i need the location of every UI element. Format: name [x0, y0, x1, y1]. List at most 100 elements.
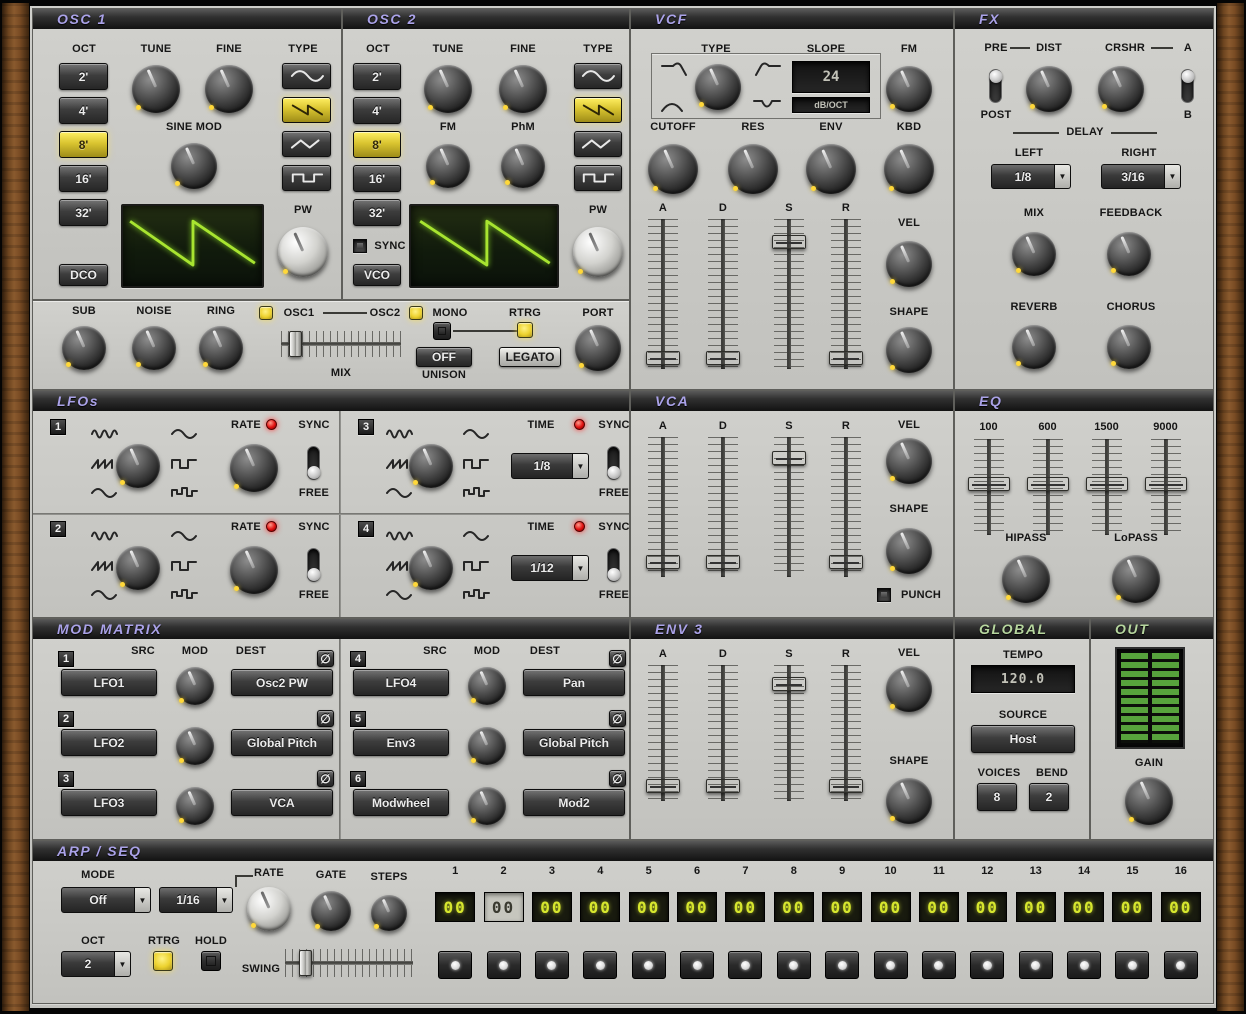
vca-shape-knob[interactable] [886, 528, 932, 574]
eq-band-handle[interactable] [968, 477, 1010, 491]
osc1-wave-triangle-button[interactable] [282, 131, 331, 157]
env3-shape-knob[interactable] [886, 778, 932, 824]
legato-button[interactable]: LEGATO [499, 347, 561, 367]
lfo3-time-dropdown[interactable]: 1/8 ▼ [511, 453, 589, 479]
step-button[interactable] [1164, 951, 1198, 979]
lfo4-time-value[interactable]: 1/12 [511, 555, 573, 581]
vcf-decay-slider[interactable] [708, 219, 738, 369]
slot4-amount-knob[interactable] [468, 667, 506, 705]
osc2-sync-checkbox[interactable] [353, 239, 367, 253]
vcf-attack-handle[interactable] [646, 351, 680, 365]
osc1-fine-knob[interactable] [205, 65, 253, 113]
slot3-bypass-button[interactable]: ∅ [317, 770, 334, 787]
lfo1-wave-knob[interactable] [116, 444, 160, 488]
punch-checkbox[interactable] [877, 588, 891, 602]
eq-band-handle[interactable] [1086, 477, 1128, 491]
vca-vel-knob[interactable] [886, 438, 932, 484]
vcf-release-handle[interactable] [829, 351, 863, 365]
slot1-dest-button[interactable]: Osc2 PW [231, 669, 333, 696]
slot2-source-button[interactable]: LFO2 [61, 729, 157, 756]
vca-sustain-handle[interactable] [772, 451, 806, 465]
lfo1-rate-knob[interactable] [230, 444, 278, 492]
vca-release-slider[interactable] [831, 437, 861, 577]
osc2-oct-8[interactable]: 8' [353, 131, 401, 158]
delay-mix-knob[interactable] [1012, 232, 1056, 276]
osc1-wave-saw-button[interactable] [282, 97, 331, 123]
vca-decay-handle[interactable] [706, 555, 740, 569]
slot6-bypass-button[interactable]: ∅ [609, 770, 626, 787]
lfo3-time-value[interactable]: 1/8 [511, 453, 573, 479]
lfo1-sync-switch[interactable] [307, 446, 320, 480]
env3-sustain-slider[interactable] [774, 665, 804, 801]
slot6-amount-knob[interactable] [468, 787, 506, 825]
vca-decay-slider[interactable] [708, 437, 738, 577]
crusher-ab-switch[interactable] [1181, 69, 1194, 103]
arp-rtrg-button[interactable] [153, 951, 173, 971]
env3-sustain-handle[interactable] [772, 677, 806, 691]
arp-mode-dropdown[interactable]: Off ▼ [61, 887, 151, 913]
arp-rate-knob[interactable] [247, 887, 291, 931]
env3-vel-knob[interactable] [886, 666, 932, 712]
slot2-dest-button[interactable]: Global Pitch [231, 729, 333, 756]
osc2-wave-saw-button[interactable] [574, 97, 622, 123]
step-button[interactable] [487, 951, 521, 979]
osc1-oct-2[interactable]: 2' [59, 63, 108, 90]
feedback-knob[interactable] [1107, 232, 1151, 276]
delay-left-dropdown[interactable]: 1/8 ▼ [991, 164, 1071, 189]
arp-oct-dropdown[interactable]: 2 ▼ [61, 951, 131, 977]
osc2-oct-4[interactable]: 4' [353, 97, 401, 124]
osc2-oct-32[interactable]: 32' [353, 199, 401, 226]
osc2-fine-knob[interactable] [499, 65, 547, 113]
osc1-enable-button[interactable] [259, 306, 273, 320]
slot1-amount-knob[interactable] [176, 667, 214, 705]
source-button[interactable]: Host [971, 725, 1075, 753]
lfo2-rate-knob[interactable] [230, 546, 278, 594]
osc1-dco-button[interactable]: DCO [59, 264, 108, 286]
slot4-dest-button[interactable]: Pan [523, 669, 625, 696]
slot3-source-button[interactable]: LFO3 [61, 789, 157, 816]
dist-knob[interactable] [1026, 66, 1072, 112]
slot5-bypass-button[interactable]: ∅ [609, 710, 626, 727]
chevron-down-icon[interactable]: ▼ [135, 887, 151, 913]
sub-knob[interactable] [62, 326, 106, 370]
lfo2-sync-switch[interactable] [307, 548, 320, 582]
step-button[interactable] [1067, 951, 1101, 979]
env3-decay-handle[interactable] [706, 779, 740, 793]
chevron-down-icon[interactable]: ▼ [573, 453, 589, 479]
crshr-knob[interactable] [1098, 66, 1144, 112]
lfo4-sync-switch[interactable] [607, 548, 620, 582]
slot6-source-button[interactable]: Modwheel [353, 789, 449, 816]
step-button[interactable] [922, 951, 956, 979]
env3-decay-slider[interactable] [708, 665, 738, 801]
osc1-sinemod-knob[interactable] [171, 143, 217, 189]
arp-rate-sync-dropdown[interactable]: 1/16 ▼ [159, 887, 233, 913]
mono-button[interactable] [433, 322, 451, 340]
kbd-knob[interactable] [884, 144, 934, 194]
chevron-down-icon[interactable]: ▼ [1055, 164, 1071, 189]
osc1-tune-knob[interactable] [132, 65, 180, 113]
vca-attack-slider[interactable] [648, 437, 678, 577]
vcf-fm-knob[interactable] [886, 66, 932, 112]
osc1-pw-knob[interactable] [278, 227, 328, 277]
reverb-knob[interactable] [1012, 325, 1056, 369]
slot4-source-button[interactable]: LFO4 [353, 669, 449, 696]
step-button[interactable] [535, 951, 569, 979]
chevron-down-icon[interactable]: ▼ [573, 555, 589, 581]
osc2-wave-square-button[interactable] [574, 165, 622, 191]
swing-slider[interactable] [285, 949, 413, 977]
lfo3-sync-switch[interactable] [607, 446, 620, 480]
step-button[interactable] [680, 951, 714, 979]
vcf-decay-handle[interactable] [706, 351, 740, 365]
vcf-sustain-handle[interactable] [772, 235, 806, 249]
slot1-source-button[interactable]: LFO1 [61, 669, 157, 696]
delay-right-dropdown[interactable]: 3/16 ▼ [1101, 164, 1181, 189]
eq-band-slider[interactable] [1092, 439, 1122, 535]
lfo4-wave-knob[interactable] [409, 546, 453, 590]
vcf-sustain-slider[interactable] [774, 219, 804, 369]
swing-slider-handle[interactable] [299, 950, 312, 976]
hipass-knob[interactable] [1002, 555, 1050, 603]
vcf-release-slider[interactable] [831, 219, 861, 369]
unison-off-button[interactable]: OFF [416, 347, 472, 367]
lfo2-wave-knob[interactable] [116, 546, 160, 590]
step-button[interactable] [825, 951, 859, 979]
